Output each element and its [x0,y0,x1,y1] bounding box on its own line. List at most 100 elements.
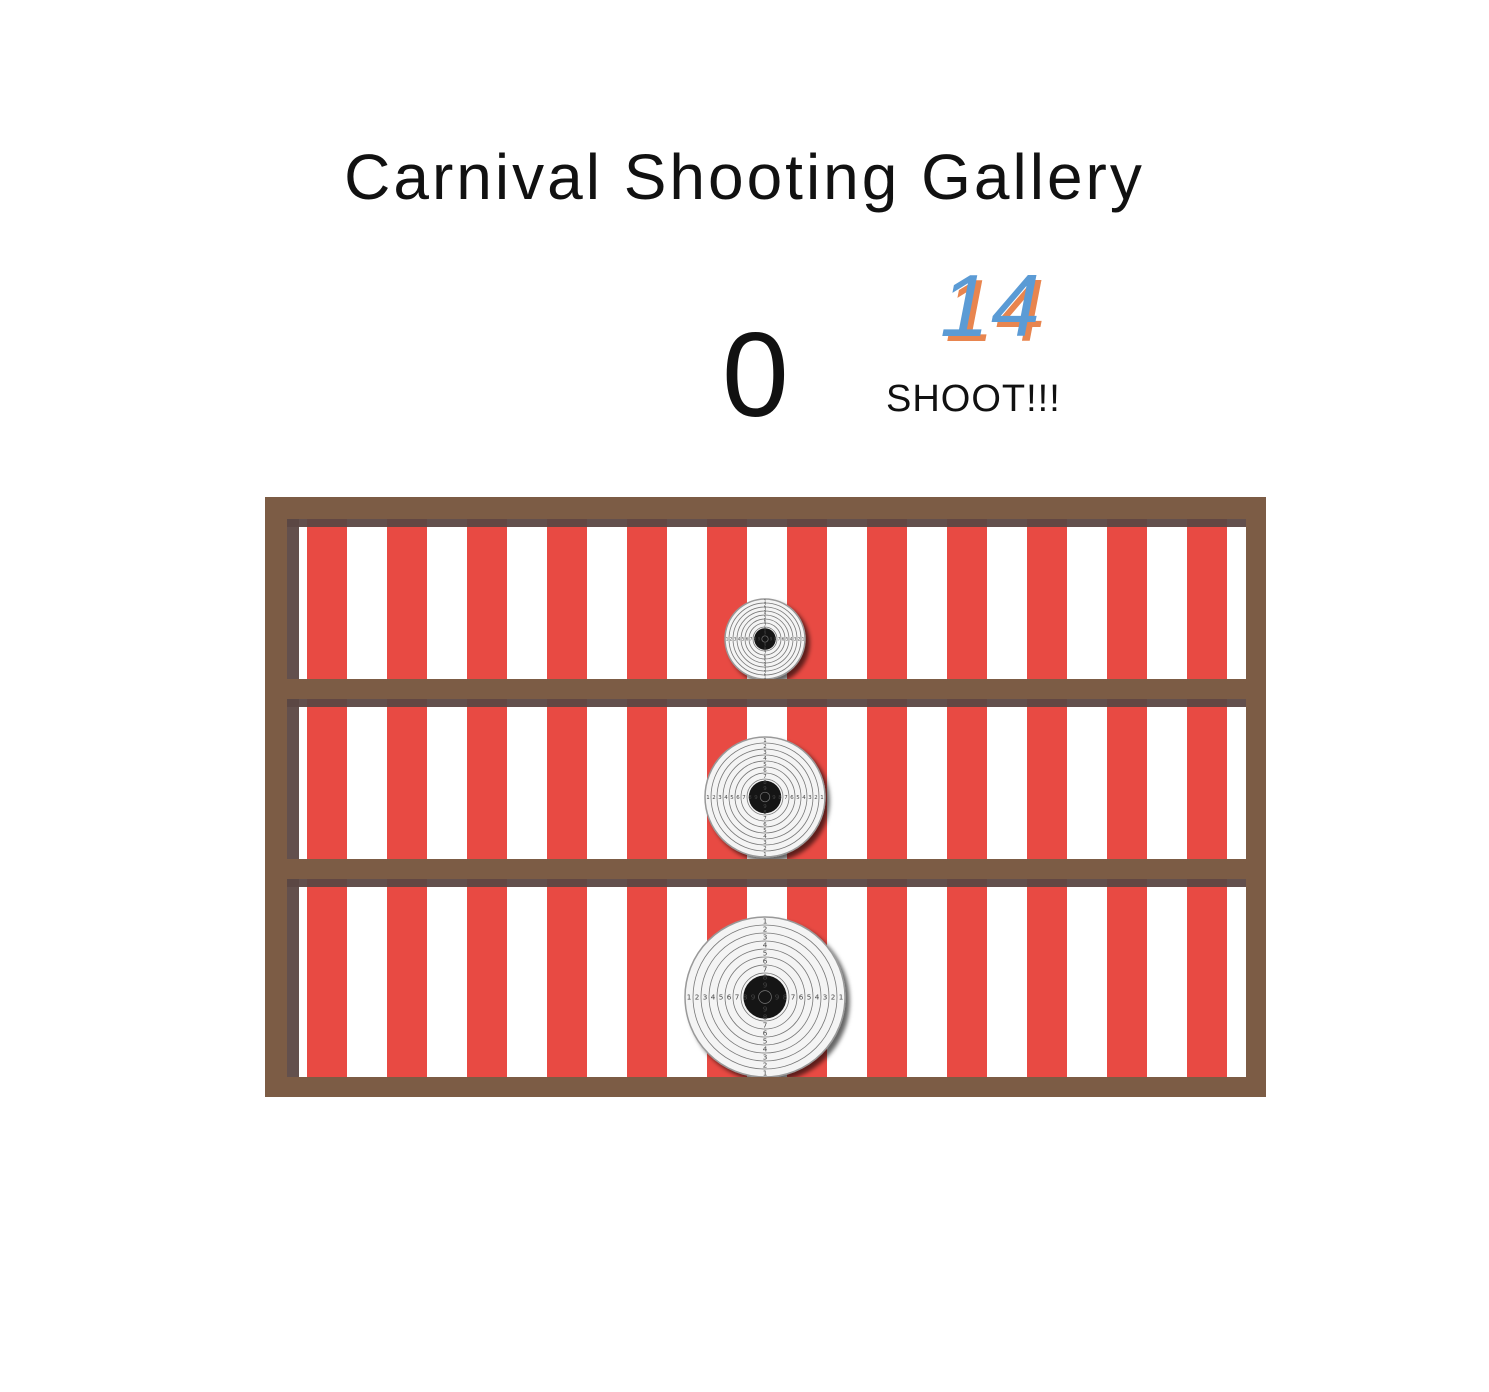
ring-label: 4 [711,993,716,1002]
ring-label: 3 [823,993,828,1002]
ring-label: 6 [782,636,785,641]
ring-label: 7 [763,816,766,822]
ring-label: 8 [763,1013,768,1022]
ring-label: 4 [815,993,820,1002]
ring-label: 6 [746,636,749,641]
red-stripe [387,877,427,1077]
ring-label: 1 [706,795,709,801]
ring-label: 4 [763,834,767,840]
ring-label: 3 [703,993,708,1002]
red-stripe [1107,517,1147,679]
target-small[interactable]: 1 1112 2223 3334 4445 5556 6667 7778 8889 999 [724,598,806,679]
ring-label: 7 [763,1021,768,1030]
ring-label: 3 [763,1053,768,1062]
ring-label: 9 [772,795,776,801]
red-stripe [387,517,427,679]
ring-label: 9 [763,804,767,810]
ring-label: 3 [763,840,766,846]
target-large[interactable]: 1 1112 2223 3334 4445 5556 6667 7778 8889 999 [684,916,846,1078]
red-stripe [467,697,507,859]
shelf-board-2 [265,859,1266,879]
ring-label: 1 [687,993,692,1002]
red-stripe [867,697,907,859]
ring-label: 5 [807,993,812,1002]
red-stripe [1027,877,1067,1077]
red-stripe [307,697,347,859]
ring-label: 7 [784,795,787,801]
ring-label: 2 [831,993,836,1002]
ring-label: 8 [743,993,748,1002]
red-stripe [1187,877,1227,1077]
target-medium[interactable]: 1 1112 2223 3334 4445 5556 6667 7778 8889 999 [704,736,826,858]
ring-label: 6 [727,993,732,1002]
red-stripe [1187,517,1227,679]
ring-label: 6 [799,993,804,1002]
shelf-left-shadow [287,697,299,859]
ring-label: 2 [712,795,715,801]
red-stripe [1187,697,1227,859]
red-stripe [307,877,347,1077]
ring-label: 4 [802,795,806,801]
ring-label: 6 [763,822,767,828]
ring-label: 4 [790,636,793,641]
frame-left [265,497,287,1097]
red-stripe [387,697,427,859]
ring-label: 4 [738,636,741,641]
ring-label: 6 [790,795,794,801]
frame-bottom [265,1077,1266,1097]
ring-label: 5 [730,795,733,801]
ring-label: 7 [791,993,796,1002]
red-stripe [627,877,667,1077]
ring-label: 5 [763,1037,768,1046]
red-stripe [947,517,987,679]
shooting-gallery-booth: 1111222233334444555566667777888899991111… [265,497,1266,1097]
ring-label: 8 [754,636,757,641]
status-message: SHOOT!!! [886,378,1061,420]
ring-label: 2 [798,636,801,641]
ring-label: 6 [736,795,740,801]
red-stripe [627,697,667,859]
ring-label: 8 [748,795,752,801]
ring-label: 1 [820,795,823,801]
red-stripe [1107,877,1147,1077]
ring-label: 2 [730,636,733,641]
shelf-left-shadow [287,517,299,679]
countdown-timer: 14 [940,256,1042,355]
red-stripe [1027,517,1067,679]
ring-label: 7 [742,795,745,801]
ring-label: 6 [763,1029,768,1038]
ring-label: 3 [718,795,721,801]
red-stripe [547,877,587,1077]
shelf-board-1 [265,679,1266,699]
ring-label: 9 [754,795,758,801]
target-large-wrap: 1 1112 2223 3334 4445 5556 6667 7778 8889 999 [684,916,846,1078]
ring-label: 4 [763,1045,768,1054]
red-stripe [627,517,667,679]
game-title: Carnival Shooting Gallery [344,141,1145,213]
target-medium-wrap: 1 1112 2223 3334 4445 5556 6667 7778 8889 999 [704,736,826,858]
ring-label: 1 [726,636,729,641]
ring-label: 8 [778,795,782,801]
ring-label: 8 [783,993,788,1002]
ring-label: 1 [839,993,844,1002]
ring-label: 7 [750,636,753,641]
ring-label: 5 [796,795,799,801]
ring-label: 1 [763,852,766,858]
ring-label: 5 [763,828,766,834]
ring-label: 9 [751,993,756,1002]
shelf-left-shadow [287,877,299,1077]
red-stripe [947,697,987,859]
red-stripe [867,877,907,1077]
red-stripe [947,877,987,1077]
ring-label: 2 [695,993,700,1002]
score-counter: 0 [722,308,789,442]
red-stripe [467,517,507,679]
ring-label: 1 [802,636,805,641]
ring-label: 2 [763,1061,768,1070]
booth-canvas: 1 1112 2223 3334 4445 5556 6667 7778 8889 9991 111… [265,497,1266,1097]
red-stripe [1107,697,1147,859]
ring-label: 3 [808,795,811,801]
ring-label: 8 [774,636,777,641]
frame-top [265,497,1266,519]
red-stripe [547,697,587,859]
